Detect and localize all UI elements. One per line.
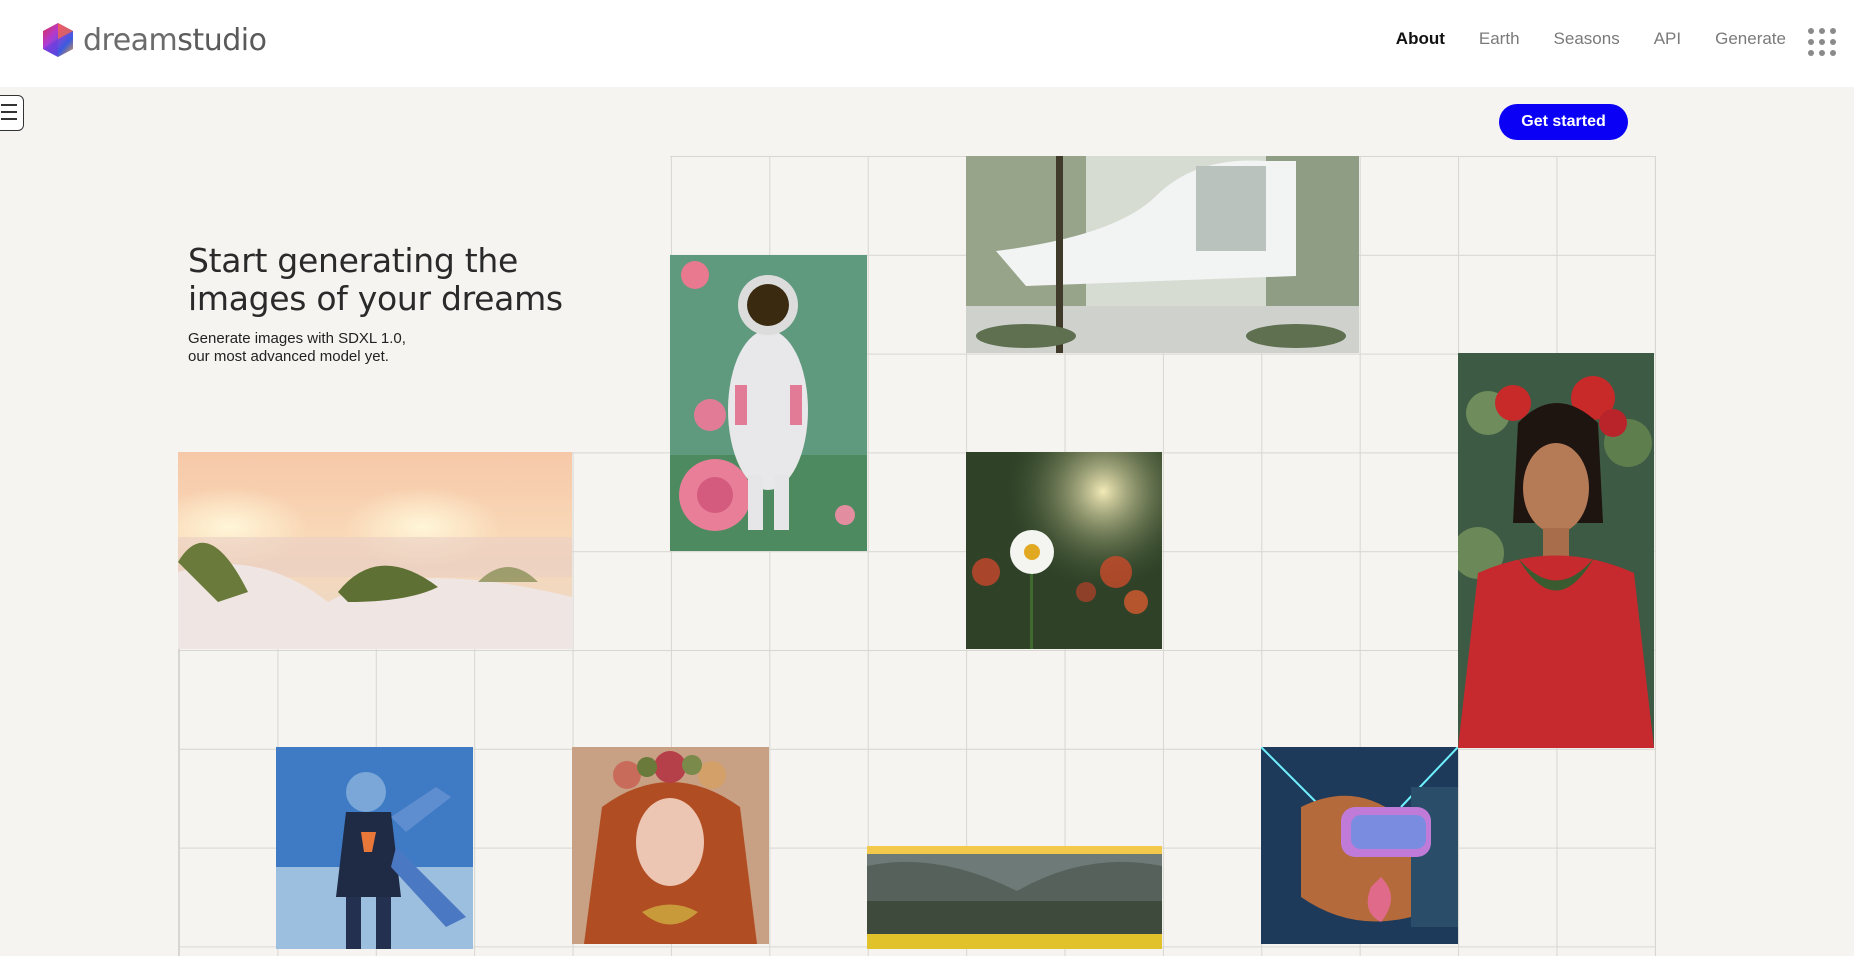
apps-grid-icon[interactable]	[1808, 28, 1836, 56]
brand-logo[interactable]: dreamstudio	[40, 22, 267, 58]
nav-about[interactable]: About	[1396, 29, 1445, 49]
nav-api[interactable]: API	[1654, 29, 1681, 49]
top-bar: dreamstudio About Earth Seasons API Gene…	[0, 0, 1854, 87]
hero-subtitle: Generate images with SDXL 1.0, our most a…	[188, 330, 406, 365]
image-modern-house[interactable]	[966, 156, 1359, 353]
image-dog-vr-headset[interactable]	[1261, 747, 1458, 944]
logo-hexagon-icon	[43, 23, 73, 57]
hamburger-menu-icon[interactable]	[0, 95, 24, 131]
image-portrait-woman-flowers[interactable]	[1458, 353, 1654, 748]
nav-earth[interactable]: Earth	[1479, 29, 1520, 49]
image-mountain-landscape[interactable]	[867, 846, 1162, 949]
nav-generate[interactable]: Generate	[1715, 29, 1786, 49]
hero-section: Start generating the images of your dream…	[178, 156, 670, 452]
brand-name: dreamstudio	[83, 22, 267, 58]
hero-title: Start generating the images of your dream…	[188, 241, 563, 318]
image-astronaut-roses[interactable]	[670, 255, 867, 551]
image-beach-dunes[interactable]	[178, 452, 572, 649]
nav-seasons[interactable]: Seasons	[1554, 29, 1620, 49]
image-daisy-flower[interactable]	[966, 452, 1162, 649]
image-blue-mech-suit[interactable]	[276, 747, 473, 949]
image-woman-red-hair-crown[interactable]	[572, 747, 769, 944]
main-nav: About Earth Seasons API Generate	[1362, 29, 1786, 49]
get-started-button[interactable]: Get started	[1499, 104, 1628, 140]
